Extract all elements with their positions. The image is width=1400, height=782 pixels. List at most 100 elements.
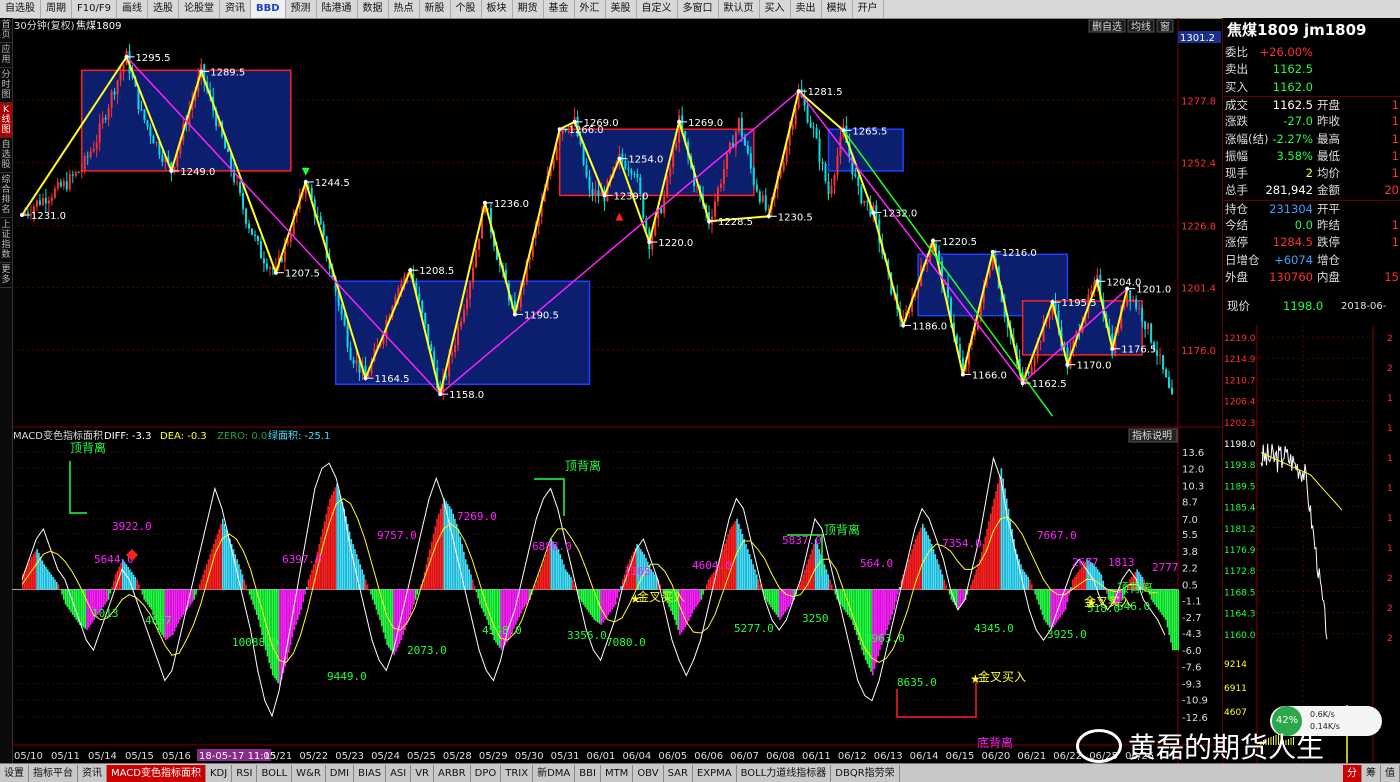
sidebar-item-3[interactable]: K线图 — [0, 103, 12, 138]
indicator-tab-7[interactable]: W&R — [292, 764, 326, 782]
toolbar-item-10[interactable]: 数据 — [358, 0, 389, 18]
sidebar-item-7[interactable]: 更多 — [0, 263, 12, 288]
indicator-tab-4[interactable]: KDJ — [206, 764, 233, 782]
toolbar-item-8[interactable]: 预测 — [286, 0, 317, 18]
macd-bar — [279, 589, 281, 686]
sell-arrow-icon — [301, 167, 310, 176]
indicator-tab-9[interactable]: BIAS — [354, 764, 387, 782]
toolbar-item-11[interactable]: 热点 — [389, 0, 420, 18]
toolbar-item-20[interactable]: 多窗口 — [678, 0, 719, 18]
mini-right-tick: 1 — [1387, 394, 1393, 404]
toolbar-item-2[interactable]: F10/F9 — [72, 0, 117, 18]
intraday-mini-chart[interactable]: 1219.0 1214.9 1210.7 1206.4 1202.3 1198.0 1193… — [1223, 325, 1400, 763]
indicator-tab-12[interactable]: ARBR — [434, 764, 471, 782]
toolbar-item-7[interactable]: BBD — [250, 0, 286, 18]
sidebar-item-6[interactable]: 上证指数 — [0, 218, 12, 263]
macd-bar — [302, 589, 304, 603]
toolbar-item-22[interactable]: 买入 — [760, 0, 791, 18]
sidebar-item-2[interactable]: 分时图 — [0, 68, 12, 103]
toolbar-item-18[interactable]: 美股 — [606, 0, 637, 18]
indicator-tab-15[interactable]: 新DMA — [533, 764, 576, 782]
toolbar-item-25[interactable]: 开户 — [853, 0, 884, 18]
toolbar-item-6[interactable]: 资讯 — [220, 0, 251, 18]
indicator-tab-6[interactable]: BOLL — [257, 764, 293, 782]
toolbar-item-1[interactable]: 周期 — [41, 0, 72, 18]
macd-bar — [834, 589, 837, 595]
macd-area-label: 7080.0 — [606, 636, 646, 649]
swing-label: 1269.0 — [584, 118, 619, 129]
macd-bar — [568, 574, 571, 590]
toolbar-item-19[interactable]: 自定义 — [637, 0, 678, 18]
mini-tick: 1202.3 — [1224, 419, 1256, 429]
indicator-tab-21[interactable]: BOLL力道线指标器 — [737, 764, 832, 782]
toolbar-item-0[interactable]: 自选股 — [0, 0, 41, 18]
macd-bar — [1173, 589, 1176, 651]
macd-bar — [414, 589, 417, 600]
panel-tab-0[interactable]: 分 — [1343, 764, 1362, 782]
macd-bar — [150, 589, 153, 610]
indicator-tab-1[interactable]: 指标平台 — [29, 764, 78, 782]
toolbar-item-17[interactable]: 外汇 — [575, 0, 606, 18]
macd-bar — [250, 589, 253, 600]
indicator-tab-18[interactable]: OBV — [633, 764, 664, 782]
swing-label: 1228.5 — [718, 217, 753, 228]
toolbar-item-16[interactable]: 基金 — [544, 0, 575, 18]
macd-bar — [786, 589, 788, 610]
toolbar-item-14[interactable]: 板块 — [482, 0, 513, 18]
buy-arrow-icon — [615, 212, 624, 221]
indicator-tab-5[interactable]: RSI — [232, 764, 258, 782]
toolbar-item-13[interactable]: 个股 — [451, 0, 482, 18]
macd-bar — [248, 589, 251, 595]
toolbar-item-15[interactable]: 期货 — [513, 0, 544, 18]
indicator-tab-20[interactable]: EXPMA — [693, 764, 737, 782]
macd-bar — [986, 528, 988, 590]
candle-body — [262, 258, 265, 264]
sidebar-item-1[interactable]: 应用 — [0, 43, 12, 68]
sidebar-item-0[interactable]: 首页 — [0, 18, 12, 43]
macd-bar — [193, 589, 196, 600]
candle-body — [764, 195, 767, 210]
macd-bar — [339, 496, 342, 590]
panel-tab-2[interactable]: 值 — [1381, 764, 1400, 782]
swing-label: 1239.0 — [613, 191, 648, 202]
quote-label: 今结 — [1225, 218, 1248, 232]
candle-body — [806, 105, 809, 123]
macd-tick: -4.3 — [1182, 629, 1202, 640]
indicator-tab-19[interactable]: SAR — [664, 764, 693, 782]
candle-body — [242, 193, 245, 209]
indicator-tab-22[interactable]: DBQR指劳荣 — [831, 764, 900, 782]
macd-bar — [243, 579, 246, 590]
indicator-tab-8[interactable]: DMI — [326, 764, 355, 782]
macd-bar — [897, 589, 899, 595]
candle-body — [749, 153, 752, 169]
indicator-tab-14[interactable]: TRIX — [501, 764, 534, 782]
macd-bar — [777, 589, 779, 618]
toolbar-item-24[interactable]: 模拟 — [822, 0, 853, 18]
indicator-tab-2[interactable]: 资讯 — [78, 764, 107, 782]
toolbar-item-3[interactable]: 画线 — [117, 0, 148, 18]
sidebar-item-5[interactable]: 综合排名 — [0, 173, 12, 218]
indicator-tab-11[interactable]: VR — [411, 764, 435, 782]
toolbar-item-5[interactable]: 论股堂 — [179, 0, 220, 18]
chart-area[interactable]: 1231.0 1295.5 1249.0 1289.5 1207.5 1244.5 1164… — [12, 18, 1222, 763]
sidebar-item-4[interactable]: 自选股 — [0, 138, 12, 173]
toolbar-item-12[interactable]: 新股 — [420, 0, 451, 18]
indicator-tab-0[interactable]: 设置 — [0, 764, 29, 782]
volume-tick: 9214 — [1224, 660, 1247, 670]
swing-label: 1164.5 — [375, 374, 410, 385]
candle-body — [469, 282, 472, 299]
indicator-tab-3[interactable]: MACD变色指标面积 — [107, 764, 206, 782]
indicator-tab-16[interactable]: BBI — [575, 764, 601, 782]
macd-bar — [975, 569, 978, 590]
indicator-tab-10[interactable]: ASI — [386, 764, 412, 782]
panel-tab-1[interactable]: 筹 — [1362, 764, 1381, 782]
indicator-tab-17[interactable]: MTM — [601, 764, 634, 782]
quote-label-2: 均价 — [1317, 166, 1340, 181]
indicator-tab-13[interactable]: DPO — [471, 764, 502, 782]
toolbar-item-9[interactable]: 陆港通 — [317, 0, 358, 18]
toolbar-item-4[interactable]: 选股 — [148, 0, 179, 18]
toolbar-item-23[interactable]: 卖出 — [791, 0, 822, 18]
toolbar-item-21[interactable]: 默认页 — [719, 0, 760, 18]
macd-bar — [202, 574, 204, 590]
mini-tick: 1206.4 — [1224, 398, 1256, 408]
